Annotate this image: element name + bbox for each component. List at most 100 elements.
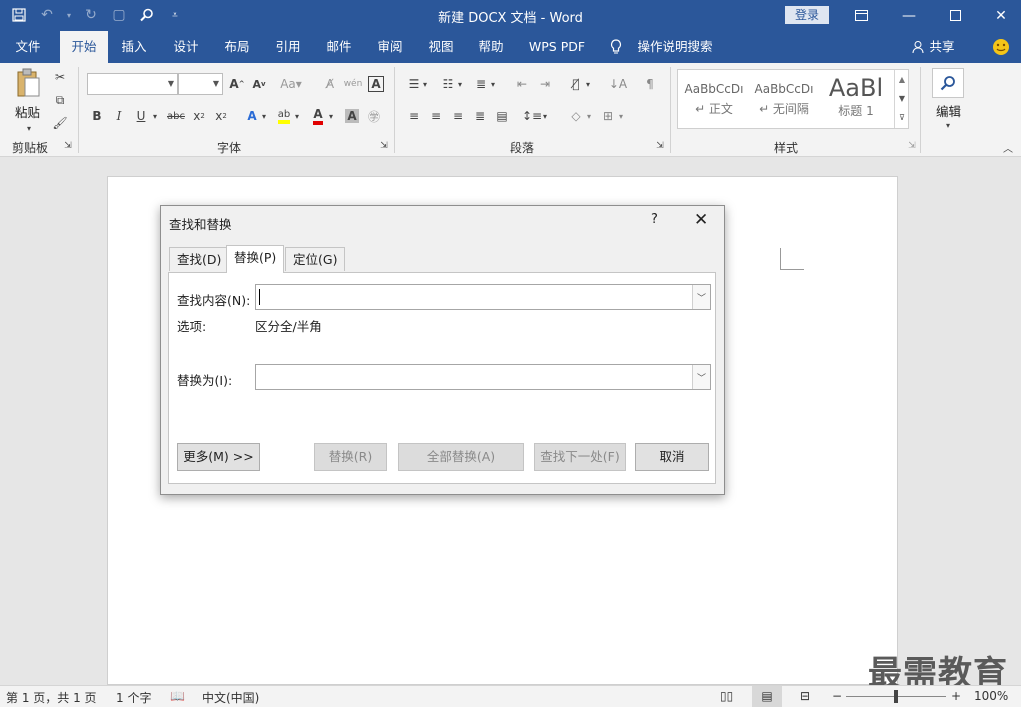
tab-replace[interactable]: 替换(P): [226, 245, 285, 273]
replace-all-button[interactable]: 全部替换(A): [398, 443, 524, 471]
collapse-ribbon-icon[interactable]: ︿: [1000, 139, 1016, 155]
style-normal[interactable]: AaBbCcDı ↵ 正文: [682, 74, 746, 124]
tab-view[interactable]: 视图: [419, 31, 463, 63]
style-no-spacing[interactable]: AaBbCcDı ↵ 无间隔: [752, 74, 816, 124]
text-effects-dropdown-icon[interactable]: ▾: [259, 106, 269, 126]
distributed-icon[interactable]: ▤: [492, 106, 512, 126]
zoom-slider-thumb[interactable]: [894, 690, 898, 703]
grow-font-icon[interactable]: A ^: [227, 74, 247, 94]
chevron-down-icon[interactable]: ﹀: [692, 365, 710, 389]
tell-me-search[interactable]: 操作说明搜索: [636, 31, 714, 63]
page-count[interactable]: 第 1 页，共 1 页: [6, 689, 97, 706]
character-border-icon[interactable]: A: [366, 74, 386, 94]
tab-goto[interactable]: 定位(G): [285, 247, 346, 271]
shrink-font-icon[interactable]: Av: [249, 74, 269, 94]
underline-icon[interactable]: U: [131, 106, 151, 126]
highlight-icon[interactable]: ab: [274, 106, 294, 126]
strikethrough-icon[interactable]: abc: [164, 106, 188, 126]
tab-design[interactable]: 设计: [164, 31, 208, 63]
share-button[interactable]: 共享: [928, 31, 956, 63]
shading-dropdown-icon[interactable]: ▾: [584, 106, 594, 126]
zoom-in-icon[interactable]: +: [951, 689, 961, 703]
tab-references[interactable]: 引用: [266, 31, 310, 63]
tab-mailings[interactable]: 邮件: [317, 31, 361, 63]
numbering-dropdown-icon[interactable]: ▾: [455, 74, 465, 94]
editing-search-icon[interactable]: [932, 68, 964, 98]
close-window-icon[interactable]: ✕: [978, 0, 1021, 31]
underline-dropdown-icon[interactable]: ▾: [150, 106, 160, 126]
tab-layout[interactable]: 布局: [215, 31, 259, 63]
sort-icon[interactable]: ↓A: [608, 74, 628, 94]
decrease-indent-icon[interactable]: ⇤: [512, 74, 532, 94]
help-icon[interactable]: ?: [651, 212, 658, 227]
login-button[interactable]: 登录: [785, 6, 829, 24]
tab-home[interactable]: 开始: [60, 31, 108, 63]
phonetic-guide-icon[interactable]: wén: [343, 74, 363, 94]
share-user-icon[interactable]: [910, 31, 928, 63]
character-shading-icon[interactable]: A: [342, 106, 362, 126]
minimize-icon[interactable]: —: [886, 0, 932, 31]
tab-find[interactable]: 查找(D): [169, 247, 230, 271]
tab-file[interactable]: 文件: [4, 31, 52, 63]
editing-dropdown-icon[interactable]: ▾: [938, 115, 958, 135]
paragraph-launcher-icon[interactable]: ⇲: [654, 139, 666, 153]
bold-icon[interactable]: B: [87, 106, 107, 126]
clear-formatting-icon[interactable]: A̸: [320, 74, 340, 94]
change-case-icon[interactable]: Aa▾: [278, 74, 304, 94]
scroll-up-icon[interactable]: ▲: [895, 70, 909, 89]
ribbon-display-options-icon[interactable]: [838, 0, 884, 31]
align-right-icon[interactable]: ≡: [448, 106, 468, 126]
copy-icon[interactable]: ⧉: [50, 90, 70, 110]
web-layout-icon[interactable]: ⊟: [800, 689, 810, 703]
style-heading-1[interactable]: AaBl 标题 1: [824, 74, 888, 124]
show-marks-icon[interactable]: ¶: [640, 74, 660, 94]
chinese-layout-dropdown-icon[interactable]: ▾: [583, 74, 593, 94]
subscript-icon[interactable]: x2: [189, 106, 209, 126]
find-what-input[interactable]: ﹀: [255, 284, 711, 310]
zoom-level[interactable]: 100%: [974, 689, 1008, 703]
print-layout-icon[interactable]: ▤: [752, 686, 782, 707]
language-indicator[interactable]: 中文(中国): [202, 689, 259, 706]
cancel-button[interactable]: 取消: [635, 443, 709, 471]
proofing-icon[interactable]: 📖: [170, 689, 185, 703]
line-spacing-dropdown-icon[interactable]: ▾: [540, 106, 550, 126]
replace-with-input[interactable]: ﹀: [255, 364, 711, 390]
italic-icon[interactable]: I: [109, 106, 129, 126]
enclose-characters-icon[interactable]: ㊫: [364, 106, 384, 126]
align-center-icon[interactable]: ≡: [426, 106, 446, 126]
font-size-combo[interactable]: ▼: [178, 73, 223, 95]
shading-icon[interactable]: ◇: [566, 106, 586, 126]
styles-more-icon[interactable]: ⊽: [895, 108, 909, 127]
format-painter-icon[interactable]: 🖌: [50, 113, 70, 133]
tab-insert[interactable]: 插入: [112, 31, 156, 63]
tab-wps-pdf[interactable]: WPS PDF: [523, 31, 591, 63]
borders-icon[interactable]: ⊞: [598, 106, 618, 126]
font-launcher-icon[interactable]: ⇲: [378, 139, 390, 153]
tab-review[interactable]: 审阅: [368, 31, 412, 63]
replace-button[interactable]: 替换(R): [314, 443, 387, 471]
superscript-icon[interactable]: x2: [211, 106, 231, 126]
close-icon[interactable]: ✕: [694, 210, 708, 230]
tab-help[interactable]: 帮助: [469, 31, 513, 63]
align-left-icon[interactable]: ≡: [404, 106, 424, 126]
justify-icon[interactable]: ≣: [470, 106, 490, 126]
bullets-dropdown-icon[interactable]: ▾: [420, 74, 430, 94]
styles-launcher-icon[interactable]: ⇲: [906, 139, 918, 153]
maximize-icon[interactable]: [932, 0, 978, 31]
word-count[interactable]: 1 个字: [116, 689, 151, 706]
font-color-icon[interactable]: A: [308, 106, 328, 126]
line-spacing-icon[interactable]: ↕≡: [522, 106, 542, 126]
feedback-smiley-icon[interactable]: [990, 31, 1012, 63]
clipboard-launcher-icon[interactable]: ⇲: [62, 139, 74, 153]
scroll-down-icon[interactable]: ▼: [895, 89, 909, 108]
chevron-down-icon[interactable]: ﹀: [692, 285, 710, 309]
zoom-out-icon[interactable]: −: [832, 689, 842, 703]
highlight-dropdown-icon[interactable]: ▾: [292, 106, 302, 126]
increase-indent-icon[interactable]: ⇥: [535, 74, 555, 94]
more-button[interactable]: 更多(M) >>: [177, 443, 260, 471]
multilevel-dropdown-icon[interactable]: ▾: [488, 74, 498, 94]
font-color-dropdown-icon[interactable]: ▾: [326, 106, 336, 126]
paste-dropdown-icon[interactable]: ▾: [19, 118, 39, 138]
find-next-button[interactable]: 查找下一处(F): [534, 443, 626, 471]
borders-dropdown-icon[interactable]: ▾: [616, 106, 626, 126]
